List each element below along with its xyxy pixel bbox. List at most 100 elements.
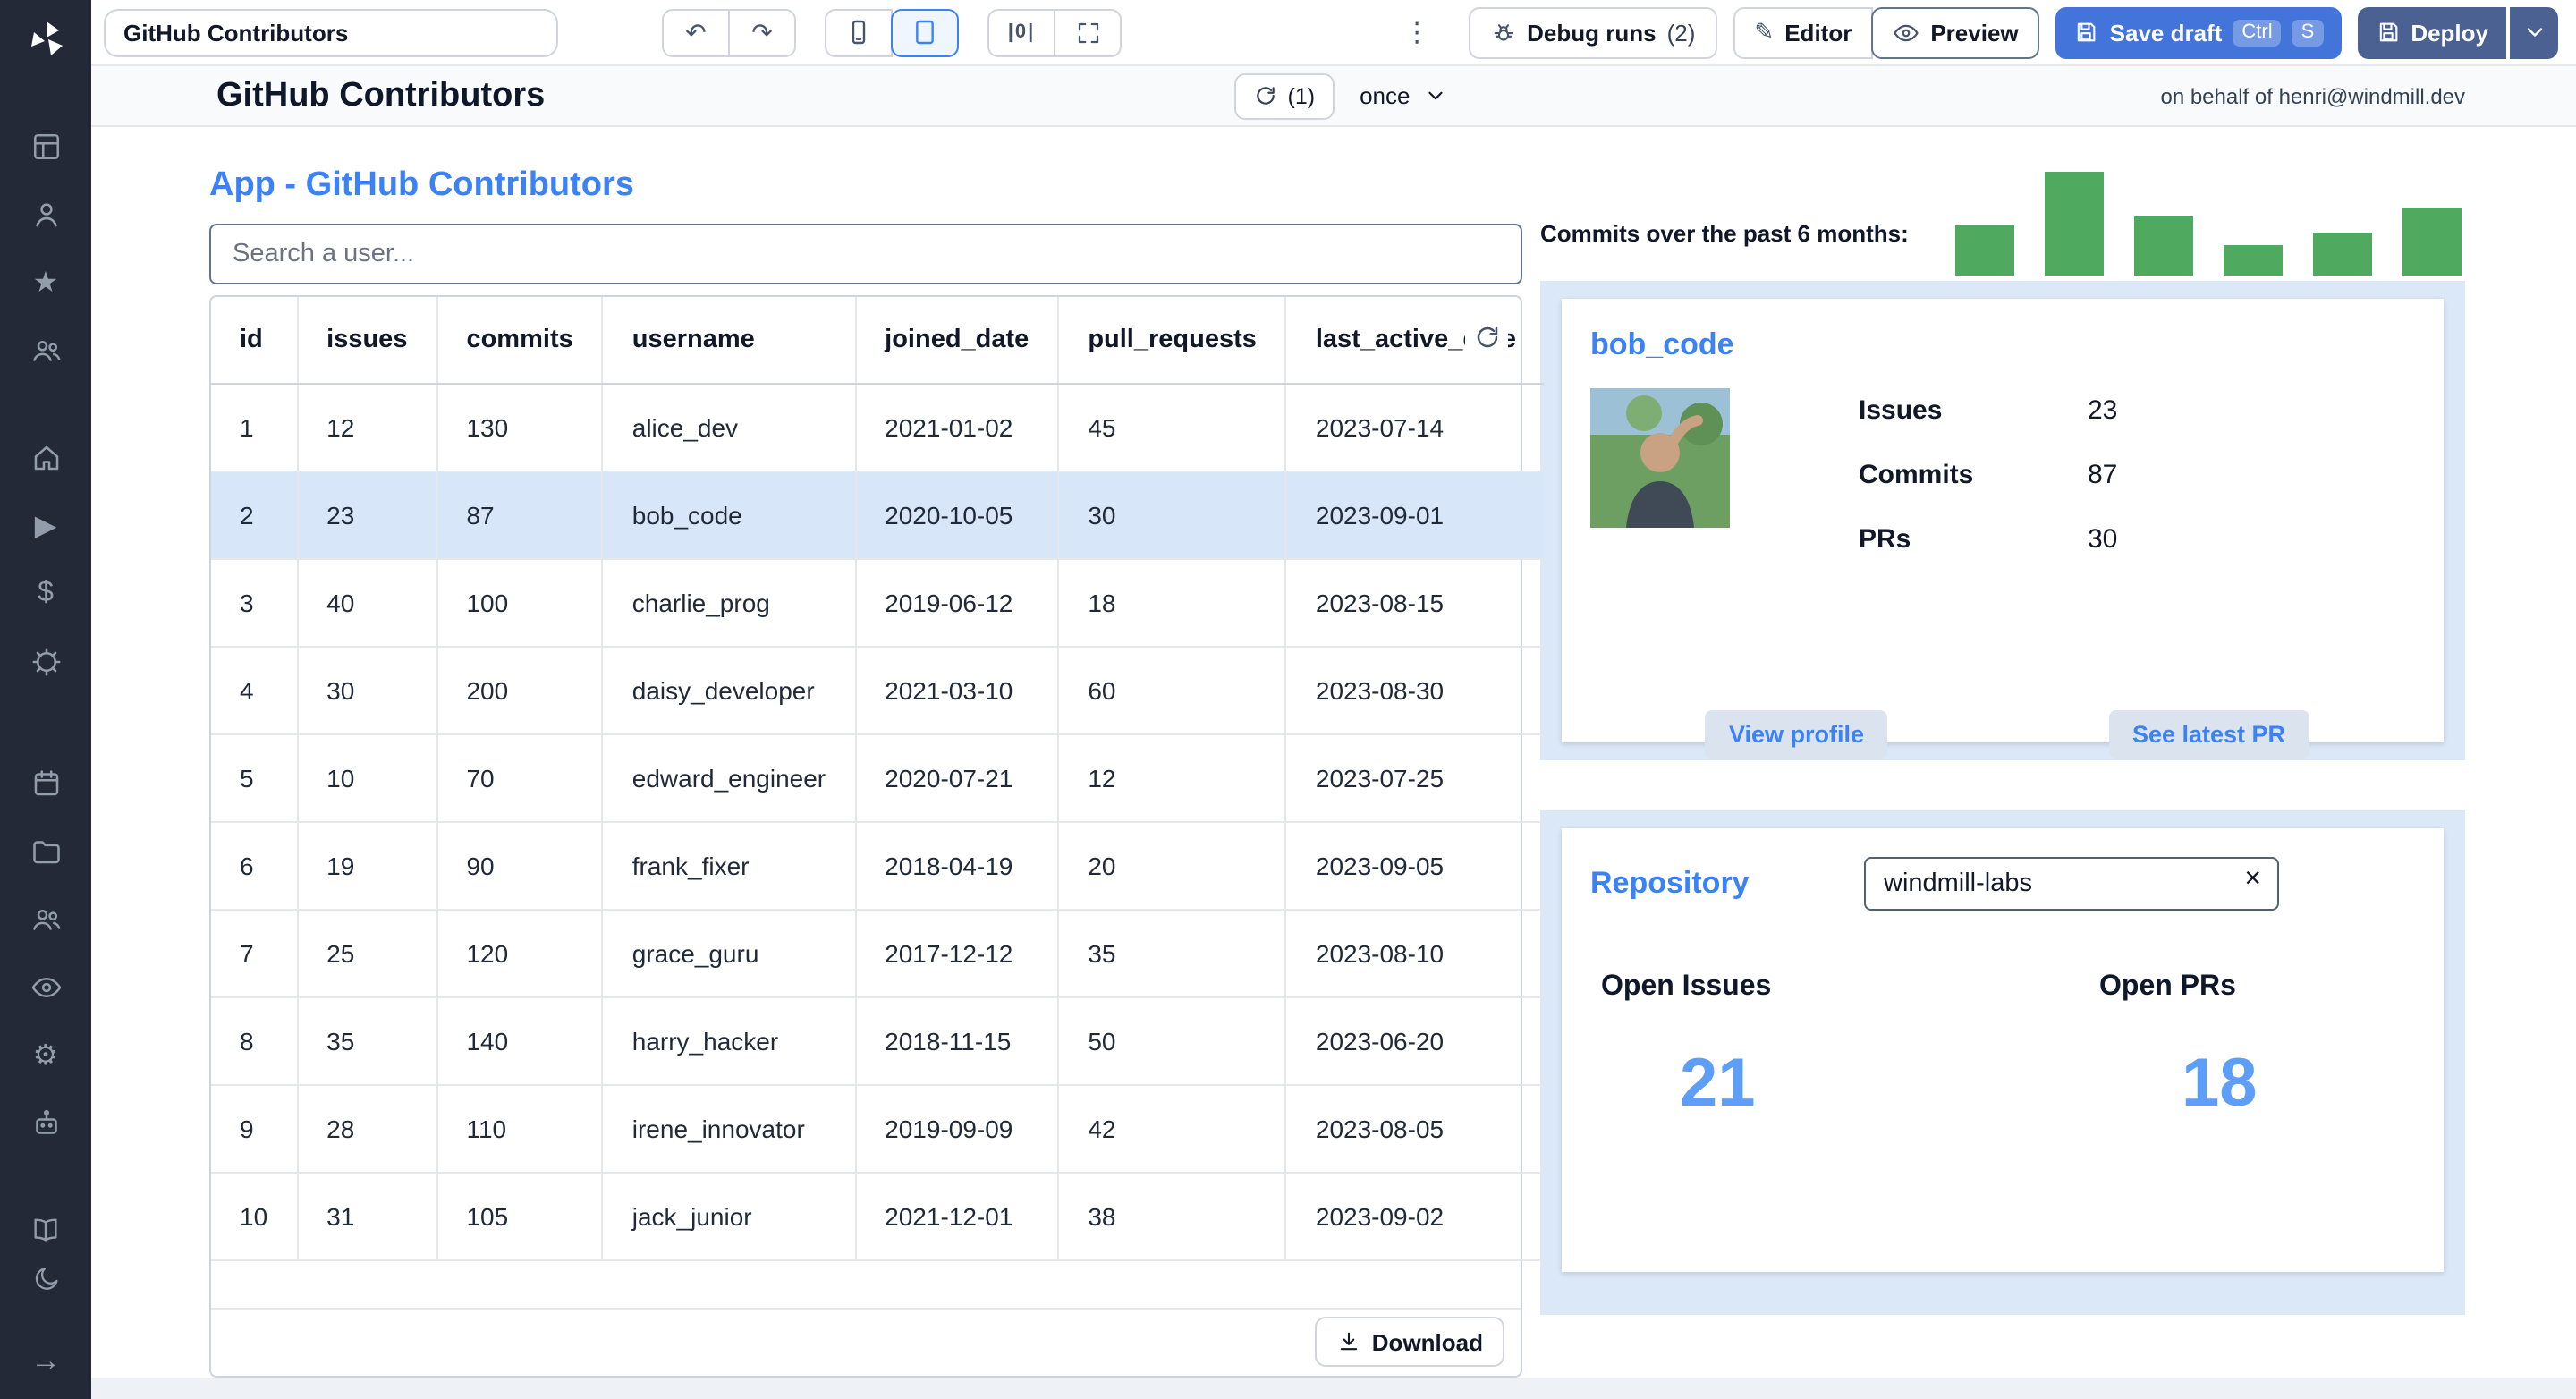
app-name-input[interactable]: [104, 8, 558, 56]
table-row[interactable]: 9 28 110 irene_innovator 2019-09-09 42 2023-08…: [211, 1084, 1545, 1173]
kbd-s: S: [2292, 19, 2324, 46]
bug-icon: [1493, 23, 1513, 40]
column-header-commits[interactable]: commits: [436, 297, 604, 384]
users-icon[interactable]: [15, 317, 76, 385]
moon-icon[interactable]: [15, 1254, 76, 1302]
table-cell: alice_dev: [602, 383, 857, 471]
column-header-username[interactable]: username: [602, 297, 857, 384]
download-button[interactable]: Download: [1314, 1317, 1504, 1367]
column-header-pull_requests[interactable]: pull_requests: [1058, 297, 1287, 384]
table-row[interactable]: 5 10 70 edward_engineer 2020-07-21 12 2023-07-…: [211, 733, 1545, 822]
calendar-icon[interactable]: [15, 750, 76, 818]
repository-head: Repository ×: [1590, 857, 2415, 911]
eye-icon[interactable]: [15, 954, 76, 1022]
table-cell: 2023-08-10: [1285, 909, 1545, 997]
refresh-button[interactable]: (1): [1233, 72, 1335, 119]
table-empty-row: [211, 1260, 1521, 1307]
commit-bar: [2045, 172, 2104, 276]
collapse-arrow-icon[interactable]: →: [15, 1335, 76, 1388]
smartphone-icon: [852, 20, 866, 45]
commit-bar: [2402, 208, 2462, 276]
table-cell: 40: [297, 558, 438, 647]
search-input[interactable]: [209, 224, 1522, 284]
debug-runs-button[interactable]: Debug runs (2): [1468, 6, 1717, 58]
docs-icon[interactable]: [15, 1206, 76, 1254]
preview-button[interactable]: Preview: [1871, 6, 2040, 58]
deploy-button[interactable]: Deploy: [2357, 6, 2506, 58]
windmill-logo[interactable]: [19, 13, 72, 66]
avatar-photo: [1590, 388, 1730, 528]
table-row[interactable]: 4 30 200 daisy_developer 2021-03-10 60 2023-08…: [211, 646, 1545, 734]
user-card-username: bob_code: [1590, 327, 1734, 361]
star-icon[interactable]: ★: [15, 249, 76, 317]
table-cell: 2: [211, 471, 299, 559]
debug-runs-count: (2): [1666, 19, 1696, 46]
view-profile-button[interactable]: View profile: [1705, 710, 1888, 759]
table-cell: 110: [436, 1084, 604, 1173]
save-icon: [2078, 22, 2097, 42]
desktop-view-button[interactable]: [891, 8, 959, 56]
hide-panels-button[interactable]: |0|: [987, 8, 1055, 56]
grid-icon[interactable]: [15, 113, 76, 181]
folder-icon[interactable]: [15, 818, 76, 886]
repository-title: Repository: [1590, 866, 1750, 900]
undo-icon: ↶: [685, 17, 707, 46]
user-icon[interactable]: [15, 181, 76, 249]
table-row[interactable]: 3 40 100 charlie_prog 2019-06-12 18 2023-08-15: [211, 558, 1545, 647]
kebab-menu[interactable]: ⋮: [1382, 16, 1452, 48]
table-cell: 1: [211, 383, 299, 471]
table-body: 1 12 130 alice_dev 2021-01-02 45 2023-07-14 2 23…: [211, 383, 1545, 1260]
stat-value: 23: [2088, 395, 2118, 426]
editor-button[interactable]: ✎ Editor: [1733, 6, 1874, 58]
column-header-issues[interactable]: issues: [297, 297, 438, 384]
fullscreen-button[interactable]: [1054, 8, 1122, 56]
table-refresh-button[interactable]: [1465, 315, 1508, 358]
app-window: ★ ▶ $ ⚙ → ↶: [0, 0, 2576, 1399]
mobile-view-button[interactable]: [825, 8, 893, 56]
table-row[interactable]: 1 12 130 alice_dev 2021-01-02 45 2023-07-14: [211, 383, 1545, 471]
save-draft-button[interactable]: Save draft Ctrl S: [2055, 6, 2342, 58]
table-row[interactable]: 7 25 120 grace_guru 2017-12-12 35 2023-08-10: [211, 909, 1545, 997]
column-header-joined_date[interactable]: joined_date: [855, 297, 1060, 384]
table-cell: 2023-08-05: [1285, 1084, 1545, 1173]
play-icon[interactable]: ▶: [15, 492, 76, 560]
dollar-icon[interactable]: $: [15, 560, 76, 628]
tablet-icon: [916, 20, 934, 45]
schedule-select[interactable]: once: [1360, 82, 1447, 109]
repository-input[interactable]: [1864, 857, 2279, 911]
eye-icon: [1894, 23, 1919, 41]
commits-chart-label: Commits over the past 6 months:: [1540, 220, 1909, 247]
table-row[interactable]: 10 31 105 jack_junior 2021-12-01 38 2023-09-02: [211, 1172, 1545, 1260]
column-header-id[interactable]: id: [211, 297, 299, 384]
table-row[interactable]: 2 23 87 bob_code 2020-10-05 30 2023-09-01: [211, 471, 1545, 559]
table-row[interactable]: 8 35 140 harry_hacker 2018-11-15 50 2023-06-20: [211, 996, 1545, 1085]
clear-icon[interactable]: ×: [2244, 864, 2261, 896]
deploy-dropdown-button[interactable]: [2510, 6, 2558, 58]
avatar: [1590, 388, 1730, 528]
table-cell: 87: [436, 471, 604, 559]
open-prs-stat: Open PRs 18: [2003, 971, 2415, 1118]
table-cell: 50: [1058, 996, 1287, 1085]
topbar: ↶ ↷ |0| ⋮ Debug runs (2): [91, 0, 2576, 66]
on-behalf-text: on behalf of henri@windmill.dev: [2160, 83, 2466, 108]
gear-icon[interactable]: ⚙: [15, 1022, 76, 1090]
team-icon[interactable]: [15, 886, 76, 954]
redo-button[interactable]: ↷: [728, 8, 796, 56]
table-cell: jack_junior: [602, 1172, 857, 1260]
deploy-label: Deploy: [2411, 19, 2488, 46]
wheel-icon[interactable]: [15, 628, 76, 696]
open-issues-stat: Open Issues 21: [1590, 971, 2003, 1118]
stat-label: PRs: [1859, 524, 1911, 555]
download-label: Download: [1371, 1328, 1483, 1355]
table-cell: 10: [297, 733, 438, 822]
robot-icon[interactable]: [15, 1090, 76, 1157]
see-latest-pr-button[interactable]: See latest PR: [2108, 710, 2309, 759]
home-icon[interactable]: [15, 424, 76, 492]
table-cell: 28: [297, 1084, 438, 1173]
app-header-bar: GitHub Contributors (1) once on behalf o…: [91, 66, 2576, 127]
table-cell: 100: [436, 558, 604, 647]
commit-bar: [2313, 233, 2372, 276]
undo-button[interactable]: ↶: [662, 8, 730, 56]
table-cell: 38: [1058, 1172, 1287, 1260]
table-row[interactable]: 6 19 90 frank_fixer 2018-04-19 20 2023-09-05: [211, 821, 1545, 910]
